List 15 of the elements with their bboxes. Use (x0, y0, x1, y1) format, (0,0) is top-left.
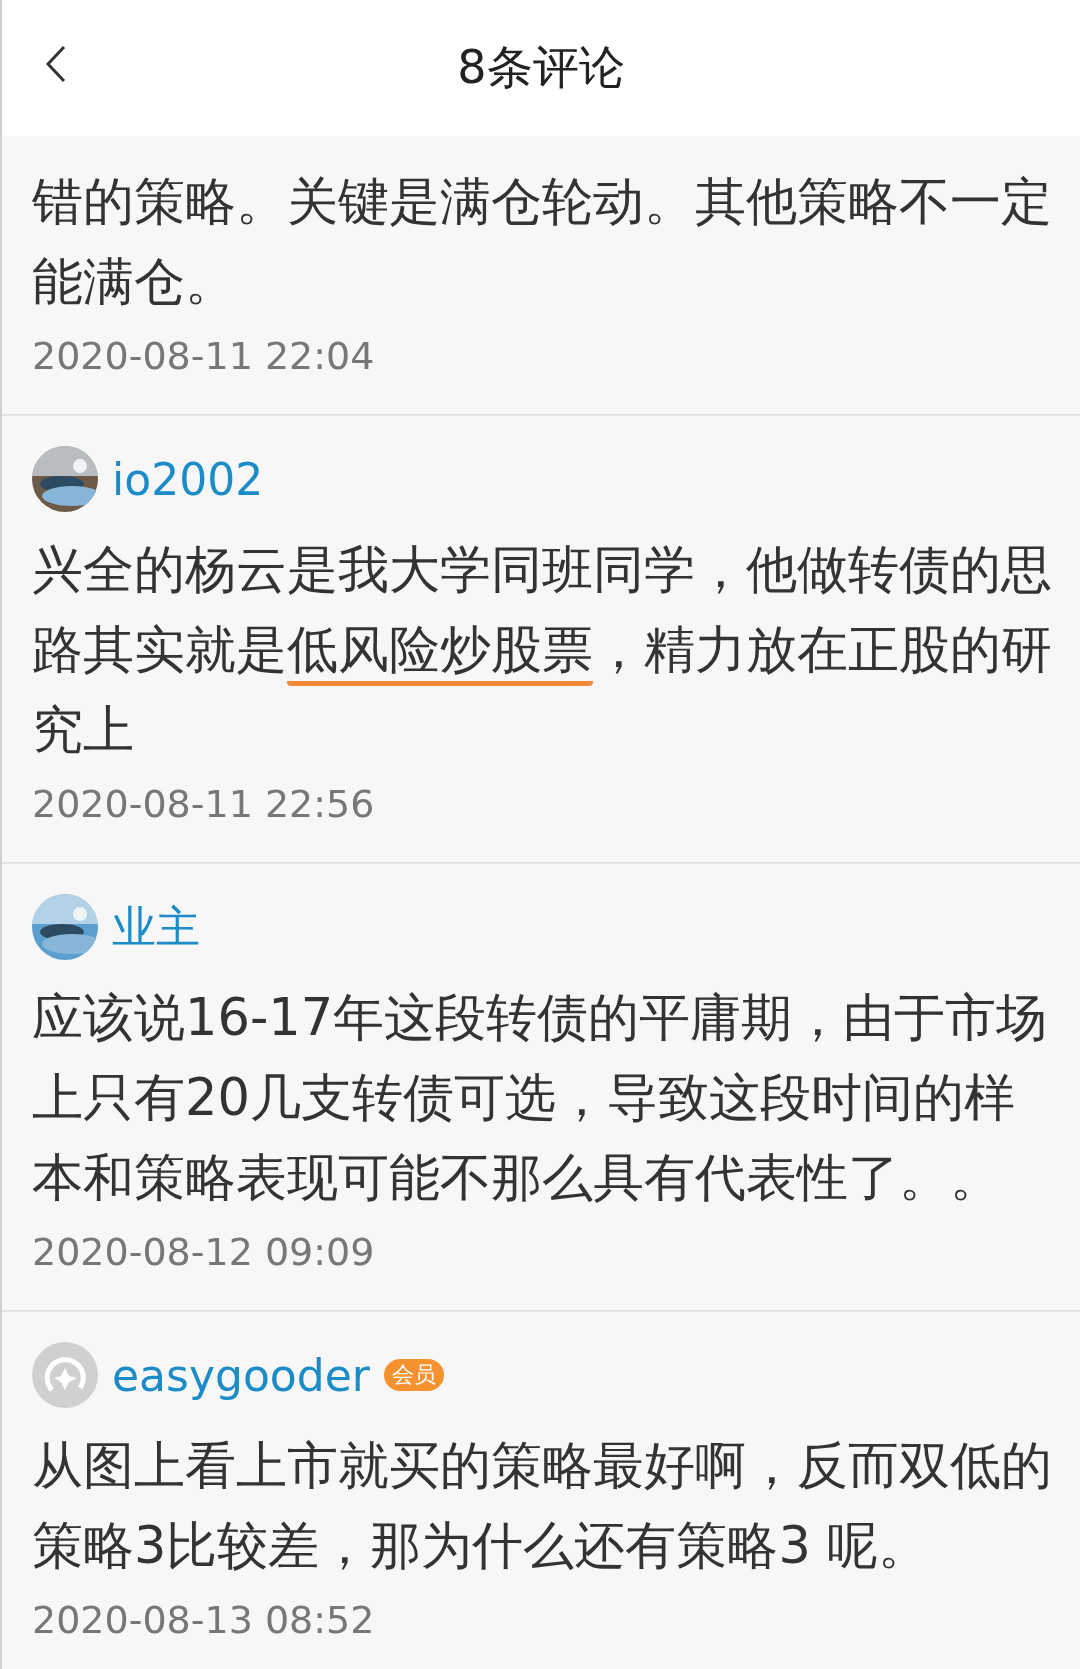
comment-text: 错的策略。关键是满仓轮动。其他策略不一定能满仓。 (32, 171, 1053, 313)
comment-text: 兴全的杨云是我大学同班同学，他做转债的思路其实就是低风险炒股票，精力放在正股的研究上 (32, 539, 1053, 761)
member-badge: 会员 (383, 1359, 444, 1391)
comment-time: 2020-08-12 09:09 (32, 1229, 376, 1276)
username[interactable]: 业主 (112, 897, 200, 957)
comment-time: 2020-08-13 08:52 (32, 1597, 376, 1644)
comment-time: 2020-08-11 22:56 (32, 781, 376, 828)
comment-text: 从图上看上市就买的策略最好啊，反而双低的策略3比较差，那为什么还有策略3 呢。 (32, 1435, 1053, 1577)
comment-text: 应该说16-17年这段转债的平庸期，由于市场上只有20几支转债可选，导致这段时间的样本和策略表现可能不那么具有代表性了。。 (32, 987, 1049, 1209)
back-icon[interactable] (44, 44, 68, 84)
username[interactable]: easygooder (112, 1349, 370, 1401)
comment-time: 2020-08-11 22:04 (32, 333, 376, 380)
username[interactable]: io2002 (112, 453, 264, 505)
avatar-icon (32, 1342, 98, 1408)
page-title: 8条评论 (457, 39, 625, 96)
